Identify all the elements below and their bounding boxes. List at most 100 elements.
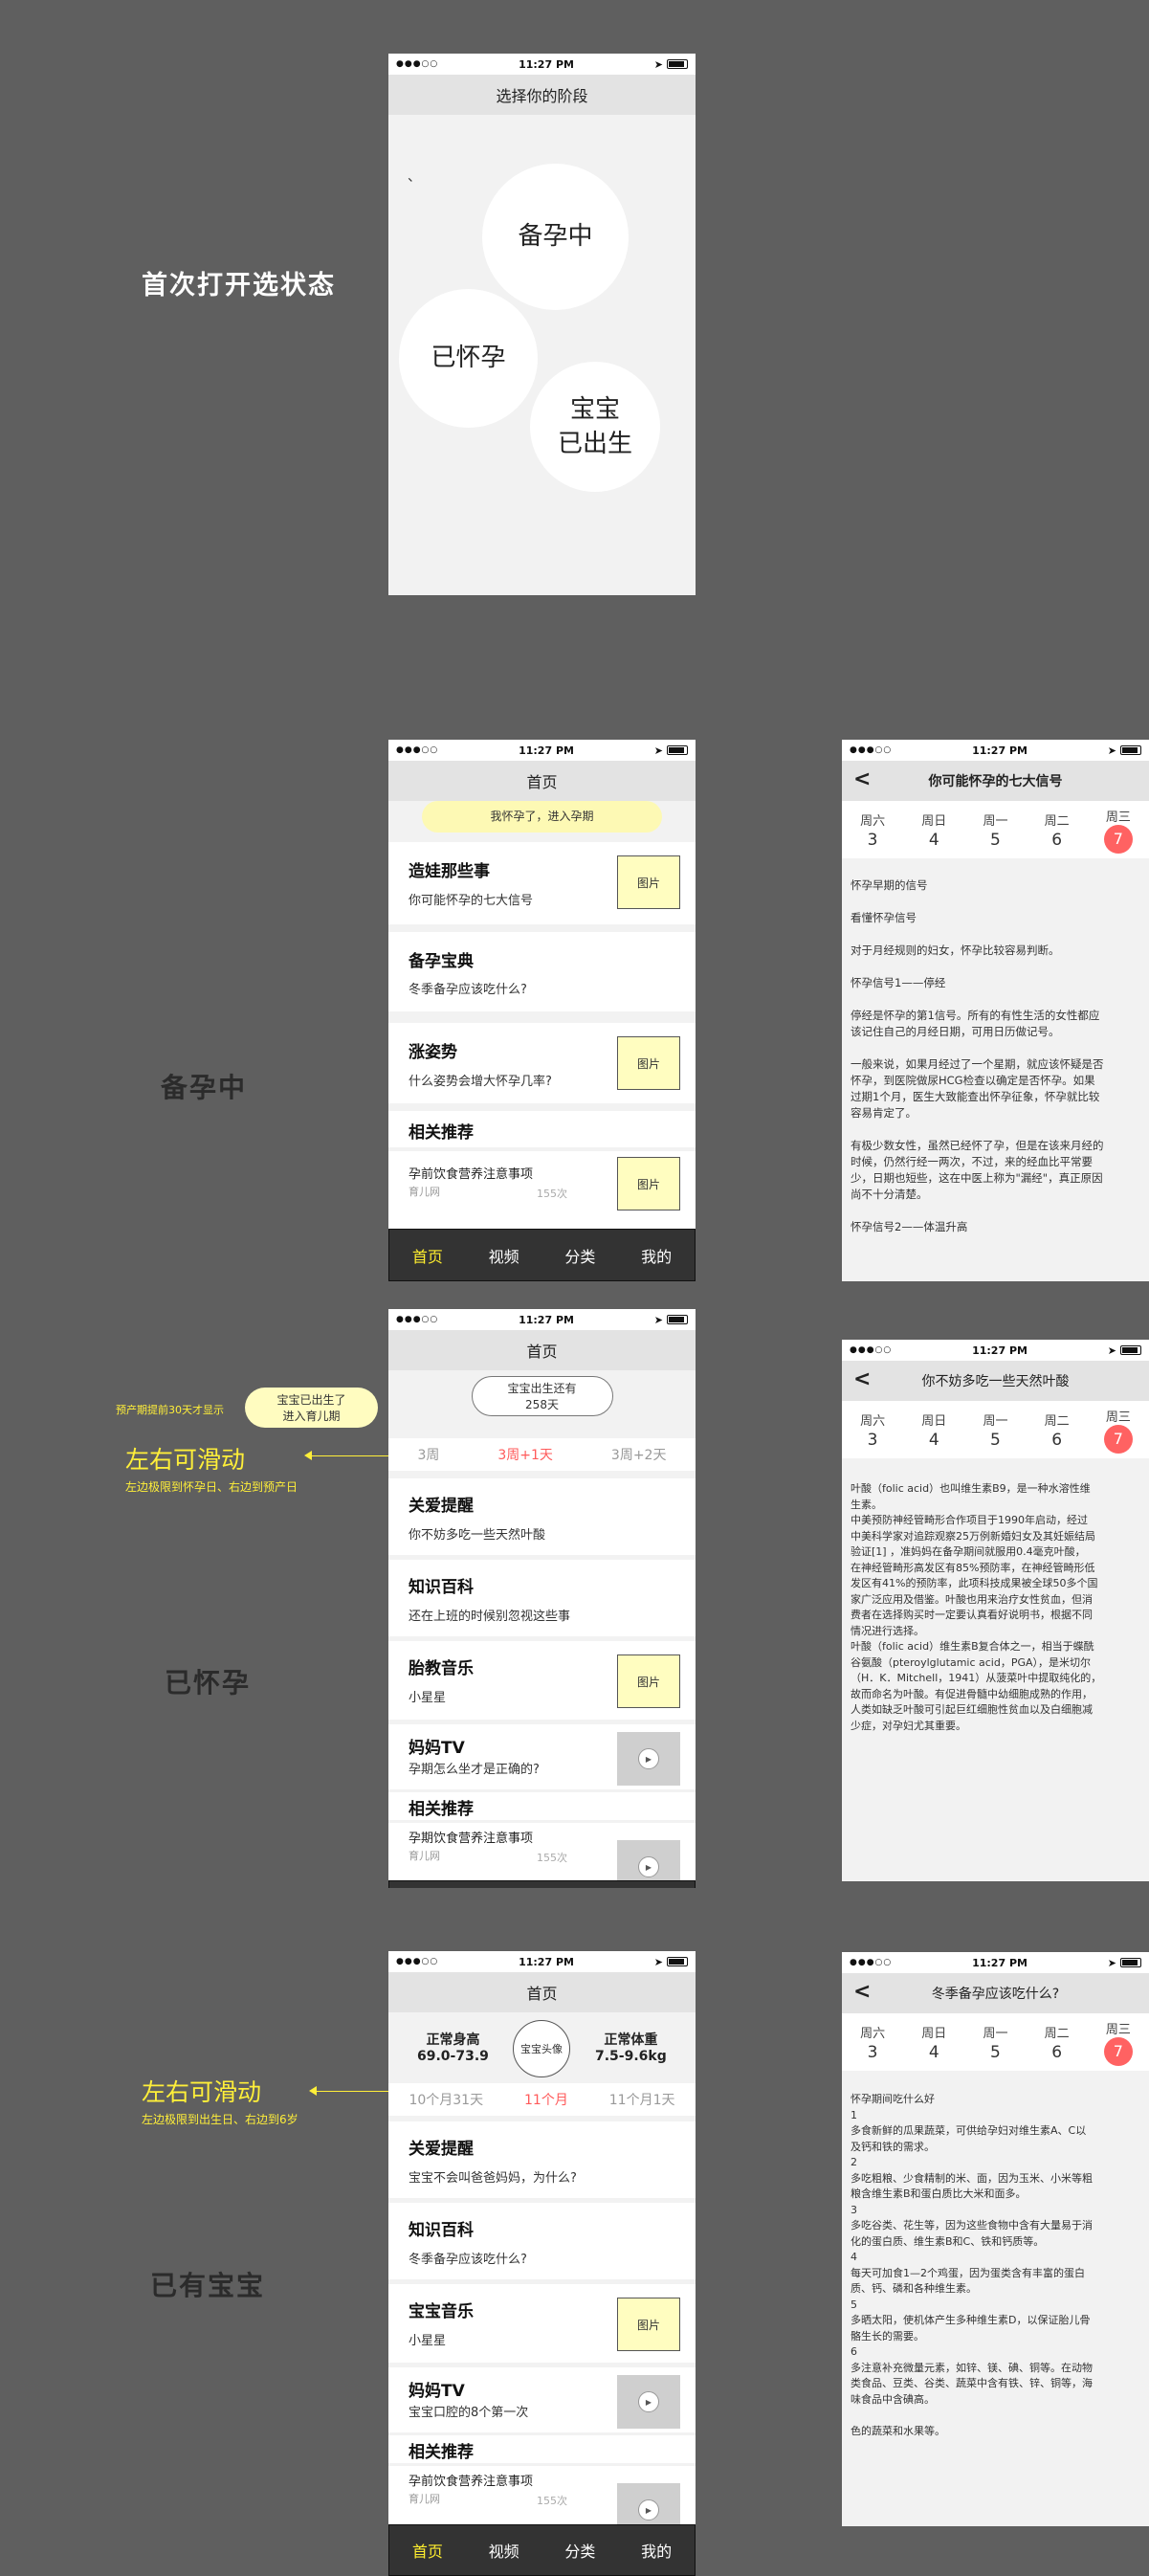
month-strip: 10个月31天 11个月 11个月1天	[388, 2083, 696, 2116]
day-item[interactable]: 周六 3	[853, 811, 892, 850]
week-item[interactable]: 3周+2天	[611, 1445, 667, 1464]
page-title: 你可能怀孕的七大信号	[928, 774, 1063, 789]
arrow-baby	[311, 2091, 388, 2092]
article-body: 怀孕早期的信号 看懂怀孕信号 对于月经规则的妇女，怀孕比较容易判断。 怀孕信号1…	[851, 878, 1104, 1233]
tab-category[interactable]: 分类	[564, 1244, 595, 1267]
back-arrow-icon[interactable]: <	[853, 1980, 871, 2004]
day-item-selected[interactable]: 周三 7	[1099, 807, 1138, 854]
day-item[interactable]: 周日 4	[915, 2023, 953, 2062]
tab-bar: 首页 视频 分类 我的	[388, 1880, 696, 1888]
card-prenatal-music[interactable]: 胎教音乐 小星星 图片	[388, 1641, 696, 1720]
card-subtitle: 冬季备孕应该吃什么?	[409, 983, 527, 997]
pregnant-pill-button[interactable]: 我怀孕了，进入孕期	[422, 801, 662, 833]
day-item[interactable]: 周二 6	[1038, 811, 1076, 850]
tab-bar: 首页 视频 分类 我的	[388, 2524, 696, 2576]
label-pregnant: 已怀孕	[165, 1667, 252, 1699]
card-mama-tv[interactable]: 妈妈TV 宝宝口腔的8个第一次 ▶	[388, 2367, 696, 2432]
day-item[interactable]: 周六 3	[853, 1410, 892, 1450]
swipe-label-pregnant: 左右可滑动	[125, 1446, 246, 1474]
image-placeholder: 图片	[617, 2298, 680, 2351]
tab-video[interactable]: 视频	[489, 2539, 519, 2562]
day-item[interactable]: 周一 5	[976, 811, 1014, 850]
arrow-pregnant	[306, 1455, 388, 1456]
navbar: < 冬季备孕应该吃什么?	[842, 1973, 1149, 2013]
date-strip: 周六 3 周日 4 周一 5 周二 6 周三 7	[842, 801, 1149, 858]
tab-video[interactable]: 视频	[489, 1244, 519, 1267]
tab-mine[interactable]: 我的	[641, 2539, 672, 2562]
card-knowledge[interactable]: 知识百科 还在上班的时候别忽视这些事	[388, 1560, 696, 1636]
card-baby-music[interactable]: 宝宝音乐 小星星 图片	[388, 2284, 696, 2363]
recommend-section: 相关推荐 孕前饮食营养注意事项 育儿网 155次 ▶	[388, 2435, 696, 2537]
due-note: 预产期提前30天才显示	[116, 1404, 224, 1416]
born-bubble[interactable]: 宝宝已出生了 进入育儿期	[245, 1388, 378, 1428]
status-bar: ●●●○○ 11:27 PM ➤	[388, 1309, 696, 1330]
option-preparing[interactable]: 备孕中	[482, 164, 629, 310]
card-tips[interactable]: 涨姿势 什么姿势会增大怀孕几率? 图片	[388, 1023, 696, 1103]
status-bar: ●●●○○ 11:27 PM ➤	[842, 1952, 1149, 1973]
tab-home[interactable]: 首页	[412, 1244, 443, 1267]
tab-category[interactable]: 分类	[564, 2539, 595, 2562]
section-title: 相关推荐	[409, 1123, 474, 1143]
week-item[interactable]: 3周	[417, 1445, 439, 1464]
swipe-label-baby: 左右可滑动	[142, 2078, 262, 2106]
week-strip: 3周 3周+1天 3周+2天	[388, 1438, 696, 1471]
screen-article-folic: ●●●○○ 11:27 PM ➤ < 你不妨多吃一些天然叶酸 周六 3 周日 4 周…	[842, 1340, 1149, 1881]
day-item[interactable]: 周六 3	[853, 2023, 892, 2062]
day-item[interactable]: 周日 4	[915, 811, 953, 850]
image-placeholder: 图片	[617, 855, 680, 909]
navbar: 首页	[388, 1330, 696, 1370]
card-care-reminder[interactable]: 关爱提醒 宝宝不会叫爸爸妈妈，为什么?	[388, 2121, 696, 2198]
day-item[interactable]: 周一 5	[976, 2023, 1014, 2062]
article-body: 叶酸（folic acid）也叫维生素B9，是一种水溶性维 生素。 中美预防神经…	[851, 1482, 1102, 1732]
day-item[interactable]: 周二 6	[1038, 1410, 1076, 1450]
month-item[interactable]: 11个月1天	[609, 2090, 675, 2109]
battery-icon	[1120, 745, 1141, 755]
video-thumbnail[interactable]: ▶	[617, 2375, 680, 2429]
video-thumbnail[interactable]: ▶	[617, 1732, 680, 1786]
back-arrow-icon[interactable]: <	[853, 1367, 871, 1391]
battery-icon	[1120, 1958, 1141, 1967]
location-icon: ➤	[1107, 1956, 1116, 1969]
back-arrow-icon[interactable]: <	[853, 767, 871, 791]
day-item[interactable]: 周一 5	[976, 1410, 1014, 1450]
option-baby-born[interactable]: 宝宝 已出生	[530, 362, 660, 492]
month-item[interactable]: 10个月31天	[409, 2090, 483, 2109]
baby-avatar[interactable]: 宝宝头像	[513, 2020, 570, 2077]
navbar: 选择你的阶段	[388, 75, 696, 115]
location-icon: ➤	[1107, 1344, 1116, 1357]
swipe-hint-baby: 左边极限到出生日、右边到6岁	[142, 2113, 298, 2126]
born-bubble-line1: 宝宝已出生了	[276, 1393, 346, 1407]
page-title: 首页	[526, 1985, 558, 2003]
screen-home-preparing: ●●●○○ 11:27 PM ➤ 首页 我怀孕了，进入孕期 造娃那些事 你可能怀…	[388, 740, 696, 1281]
label-preparing: 备孕中	[161, 1072, 248, 1103]
screen-select-stage: ●●●○○ 11:27 PM ➤ 选择你的阶段 、 备孕中 已怀孕 宝宝 已出生	[388, 54, 696, 595]
image-placeholder: 图片	[617, 1157, 680, 1210]
day-item[interactable]: 周日 4	[915, 1410, 953, 1450]
recommend-section: 相关推荐 孕期饮食营养注意事项 育儿网 155次 ▶	[388, 1792, 696, 1888]
page-title: 你不妨多吃一些天然叶酸	[921, 1374, 1070, 1389]
tab-bar: 首页 视频 分类 我的	[388, 1229, 696, 1281]
card-mama-tv[interactable]: 妈妈TV 孕期怎么坐才是正确的? ▶	[388, 1724, 696, 1789]
recommend-section: 相关推荐 孕前饮食营养注意事项 育儿网 155次 图片	[388, 1111, 696, 1229]
card-prep-guide[interactable]: 备孕宝典 冬季备孕应该吃什么?	[388, 932, 696, 1011]
recommend-item-title[interactable]: 孕前饮食营养注意事项	[409, 1164, 533, 1182]
article-body: 怀孕期间吃什么好 1 多食新鲜的瓜果蔬菜，可供给孕妇对维生素A、C以 及钙和铁的…	[851, 2093, 1093, 2437]
day-item[interactable]: 周二 6	[1038, 2023, 1076, 2062]
image-placeholder: 图片	[617, 1036, 680, 1090]
option-pregnant[interactable]: 已怀孕	[399, 289, 538, 428]
arrowhead-baby	[309, 2086, 317, 2096]
screen-home-pregnant: ●●●○○ 11:27 PM ➤ 首页 宝宝出生还有 258天 3周 3周+1天…	[388, 1309, 696, 1888]
tab-mine[interactable]: 我的	[641, 1244, 672, 1267]
card-care-reminder[interactable]: 关爱提醒 你不妨多吃一些天然叶酸	[388, 1478, 696, 1555]
day-item-selected[interactable]: 周三 7	[1099, 1407, 1138, 1454]
card-knowledge[interactable]: 知识百科 冬季备孕应该吃什么?	[388, 2203, 696, 2279]
card-subtitle: 你可能怀孕的七大信号	[409, 894, 534, 908]
card-conception[interactable]: 造娃那些事 你可能怀孕的七大信号 图片	[388, 842, 696, 924]
tab-home[interactable]: 首页	[412, 2539, 443, 2562]
day-item-selected[interactable]: 周三 7	[1099, 2019, 1138, 2066]
page-title: 首页	[526, 1343, 558, 1361]
card-subtitle: 什么姿势会增大怀孕几率?	[409, 1075, 552, 1089]
month-item-current[interactable]: 11个月	[524, 2090, 568, 2109]
week-item-current[interactable]: 3周+1天	[497, 1445, 553, 1464]
recommend-item-count: 155次	[537, 1188, 567, 1200]
